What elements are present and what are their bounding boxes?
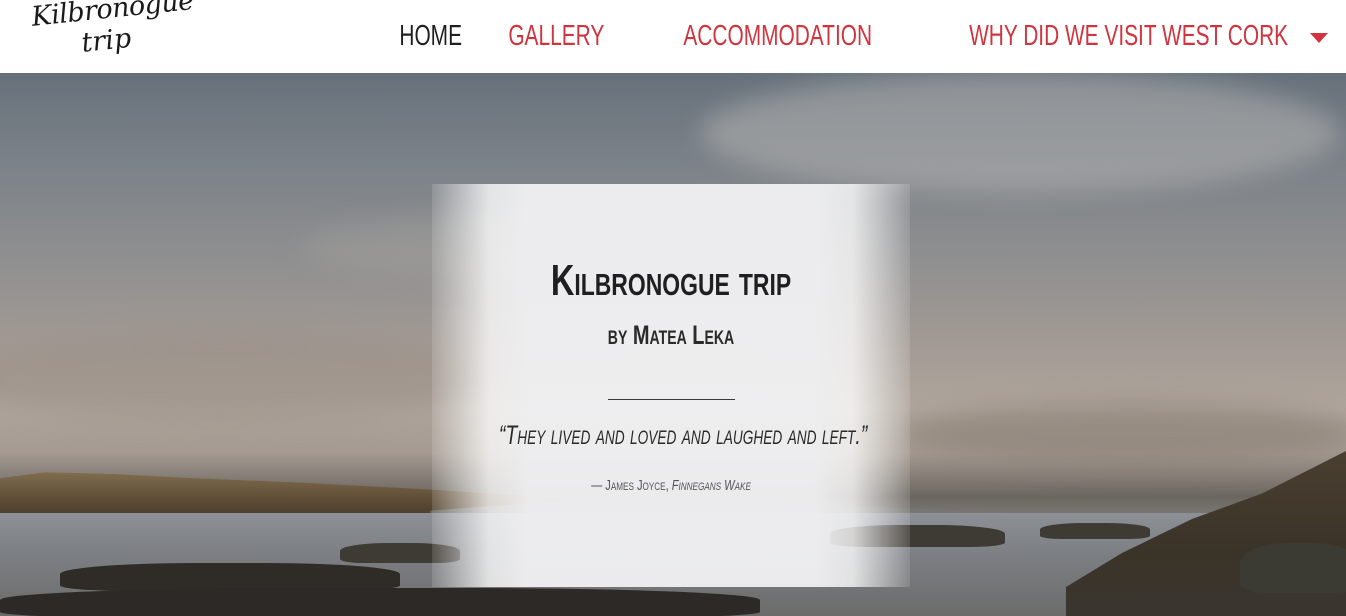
nav-why-west-cork[interactable]: WHY DID WE VISIT WEST CORK (969, 20, 1288, 53)
hero-divider (608, 399, 735, 400)
nav-dropdown-why[interactable]: WHY DID WE VISIT WEST CORK (808, 20, 1328, 53)
nav-home[interactable]: HOME (399, 20, 462, 53)
hero-background-cloud (0, 333, 500, 423)
hero-background-rock (60, 563, 400, 591)
hero-quote: “They lived and loved and laughed and le… (498, 420, 868, 450)
site-logo[interactable]: Kilbronogue trip (30, 0, 200, 70)
hero-text-panel: Kilbronogue trip by Matea Leka “They liv… (432, 184, 910, 587)
hero-quote-citation: — James Joyce, Finnegans Wake (494, 477, 848, 494)
hero-section: Kilbronogue trip by Matea Leka “They liv… (0, 73, 1346, 616)
hero-background-cloud (700, 73, 1340, 193)
hero-subtitle: by Matea Leka (607, 320, 735, 350)
hero-background-rock (0, 588, 760, 616)
hero-background-rock (1240, 543, 1346, 593)
citation-work: Finnegans Wake (671, 477, 751, 494)
hero-background-rock (1040, 523, 1150, 539)
site-header: Kilbronogue trip HOME GALLERY ACCOMMODAT… (0, 0, 1346, 73)
citation-author: — James Joyce, (591, 477, 672, 494)
nav-accommodation[interactable]: ACCOMMODATION (683, 20, 872, 53)
nav-gallery[interactable]: GALLERY (508, 20, 604, 53)
main-nav: HOME GALLERY ACCOMMODATION WHY DID WE VI… (338, 0, 1328, 73)
hero-background-cloud (900, 403, 1346, 463)
logo-text-line2: trip (80, 22, 133, 59)
hero-title: Kilbronogue trip (550, 256, 792, 305)
caret-down-icon[interactable] (1310, 32, 1328, 43)
